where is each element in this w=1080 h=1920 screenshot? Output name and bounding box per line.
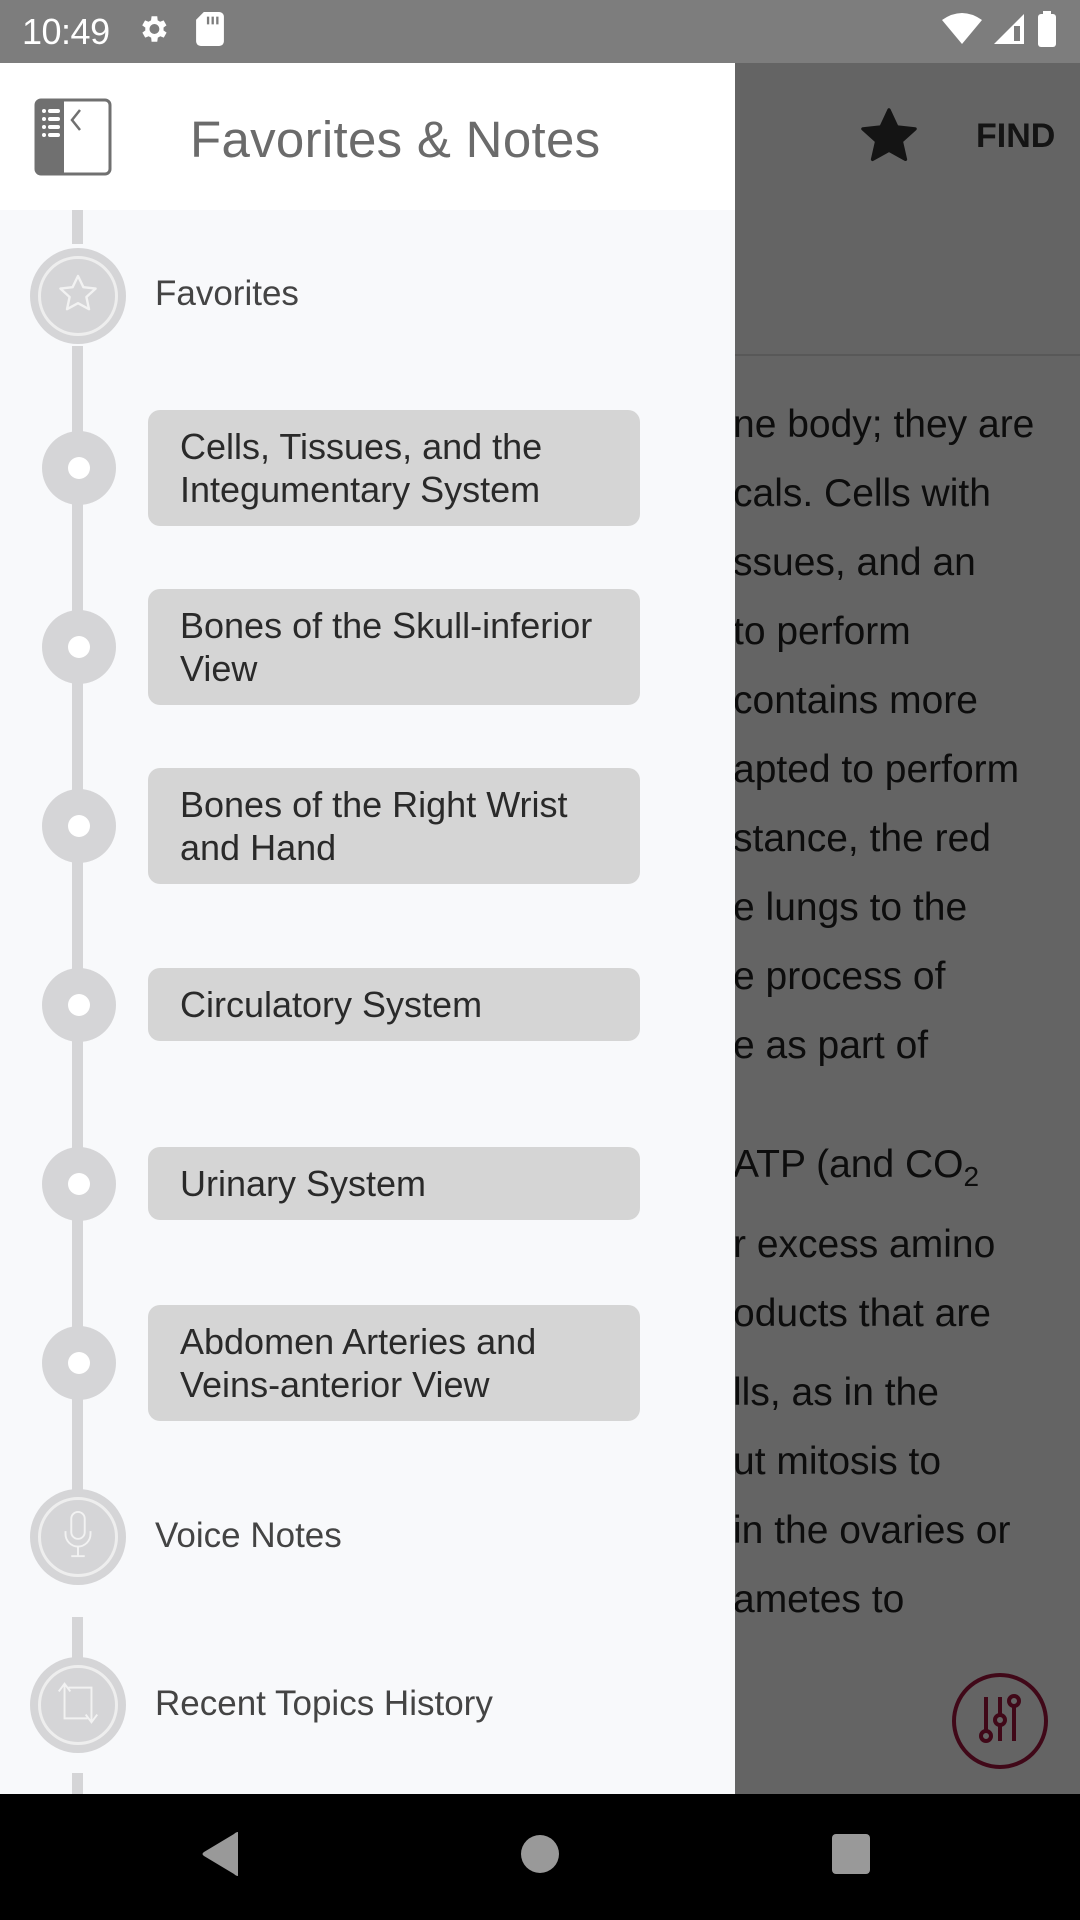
recents-square-icon[interactable] (830, 1830, 872, 1883)
favorite-item-card[interactable]: Bones of the Skull-inferior View (148, 589, 640, 705)
favorites-node (30, 248, 126, 344)
timeline-node (42, 1147, 116, 1221)
timeline-connector (72, 1773, 83, 1794)
section-label-recent-history: Recent Topics History (155, 1684, 493, 1723)
favorite-item-card[interactable]: Circulatory System (148, 968, 640, 1041)
favorite-item-card[interactable]: Urinary System (148, 1147, 640, 1220)
star-outline-icon (54, 270, 102, 323)
timeline-node (42, 1326, 116, 1400)
timeline-node (42, 789, 116, 863)
history-arrows-icon (53, 1678, 103, 1733)
recent-history-node (30, 1657, 126, 1753)
navigation-drawer: Favorites & Notes Favorites Cells, Tissu… (0, 63, 735, 1794)
drawer-collapse-icon[interactable] (34, 98, 112, 181)
favorite-item-card[interactable]: Abdomen Arteries and Veins-anterior View (148, 1305, 640, 1421)
cell-signal-icon (992, 12, 1026, 51)
favorite-item-card[interactable]: Cells, Tissues, and the Integumentary Sy… (148, 410, 640, 526)
drawer-title: Favorites & Notes (190, 111, 601, 168)
settings-gear-icon (136, 12, 170, 51)
timeline-node (42, 431, 116, 505)
microphone-icon (58, 1510, 98, 1565)
battery-icon (1036, 11, 1058, 52)
favorite-item-card[interactable]: Bones of the Right Wrist and Hand (148, 768, 640, 884)
section-label-voice-notes: Voice Notes (155, 1516, 342, 1555)
wifi-icon (942, 12, 982, 51)
voice-notes-node (30, 1489, 126, 1585)
home-circle-icon[interactable] (520, 1830, 560, 1883)
timeline-node (42, 968, 116, 1042)
system-nav-bar (0, 1794, 1080, 1920)
drawer-header: Favorites & Notes (0, 63, 735, 210)
status-bar: 10:49 (0, 0, 1080, 63)
timeline-connector (72, 210, 83, 244)
timeline-node (42, 610, 116, 684)
sd-card-icon (195, 12, 224, 51)
section-label-favorites: Favorites (155, 274, 299, 313)
back-triangle-icon[interactable] (200, 1830, 244, 1883)
status-time: 10:49 (22, 10, 110, 52)
